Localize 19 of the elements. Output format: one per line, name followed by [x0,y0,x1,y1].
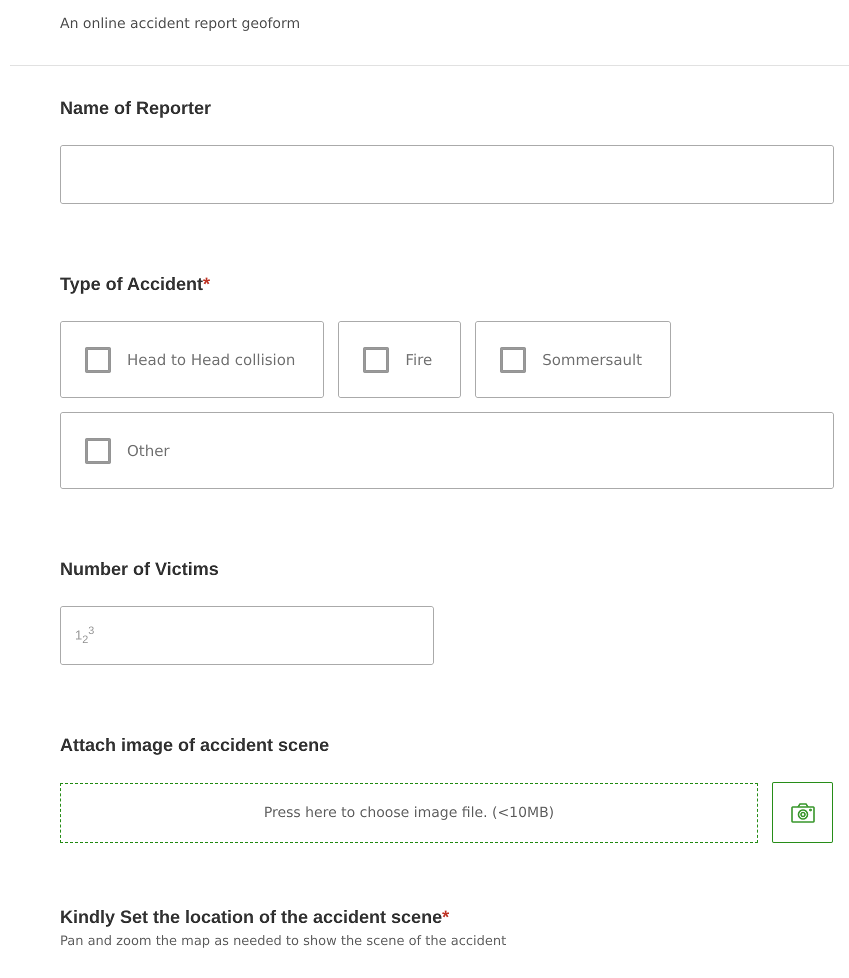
checkbox[interactable] [363,346,390,372]
hint-text: Pan and zoom the map as needed to show the scene of the accident [60,934,508,949]
camera-button[interactable] [772,782,833,843]
checkbox-option[interactable]: Fire [338,321,462,398]
camera-icon [790,802,814,822]
field-label: Kindly Set the location of the accident scene* [60,907,450,928]
form-description: An online accident report geoform [59,15,302,34]
checkbox-option[interactable]: Sommersault [475,321,672,398]
text-input[interactable] [60,145,834,204]
checkbox[interactable] [85,438,111,464]
checkbox-option[interactable]: Head to Head collision [60,321,324,398]
field-label: Type of Accident* [60,274,212,295]
checkbox-option[interactable]: Other [60,412,834,489]
checkbox[interactable] [85,346,111,372]
field-label: Number of Victims [60,559,220,580]
field-label: Name of Reporter [60,98,212,119]
file-drop-zone[interactable]: Press here to choose image file. (<10MB) [60,782,758,842]
field-label: Attach image of accident scene [60,735,330,756]
checkbox[interactable] [500,346,526,372]
